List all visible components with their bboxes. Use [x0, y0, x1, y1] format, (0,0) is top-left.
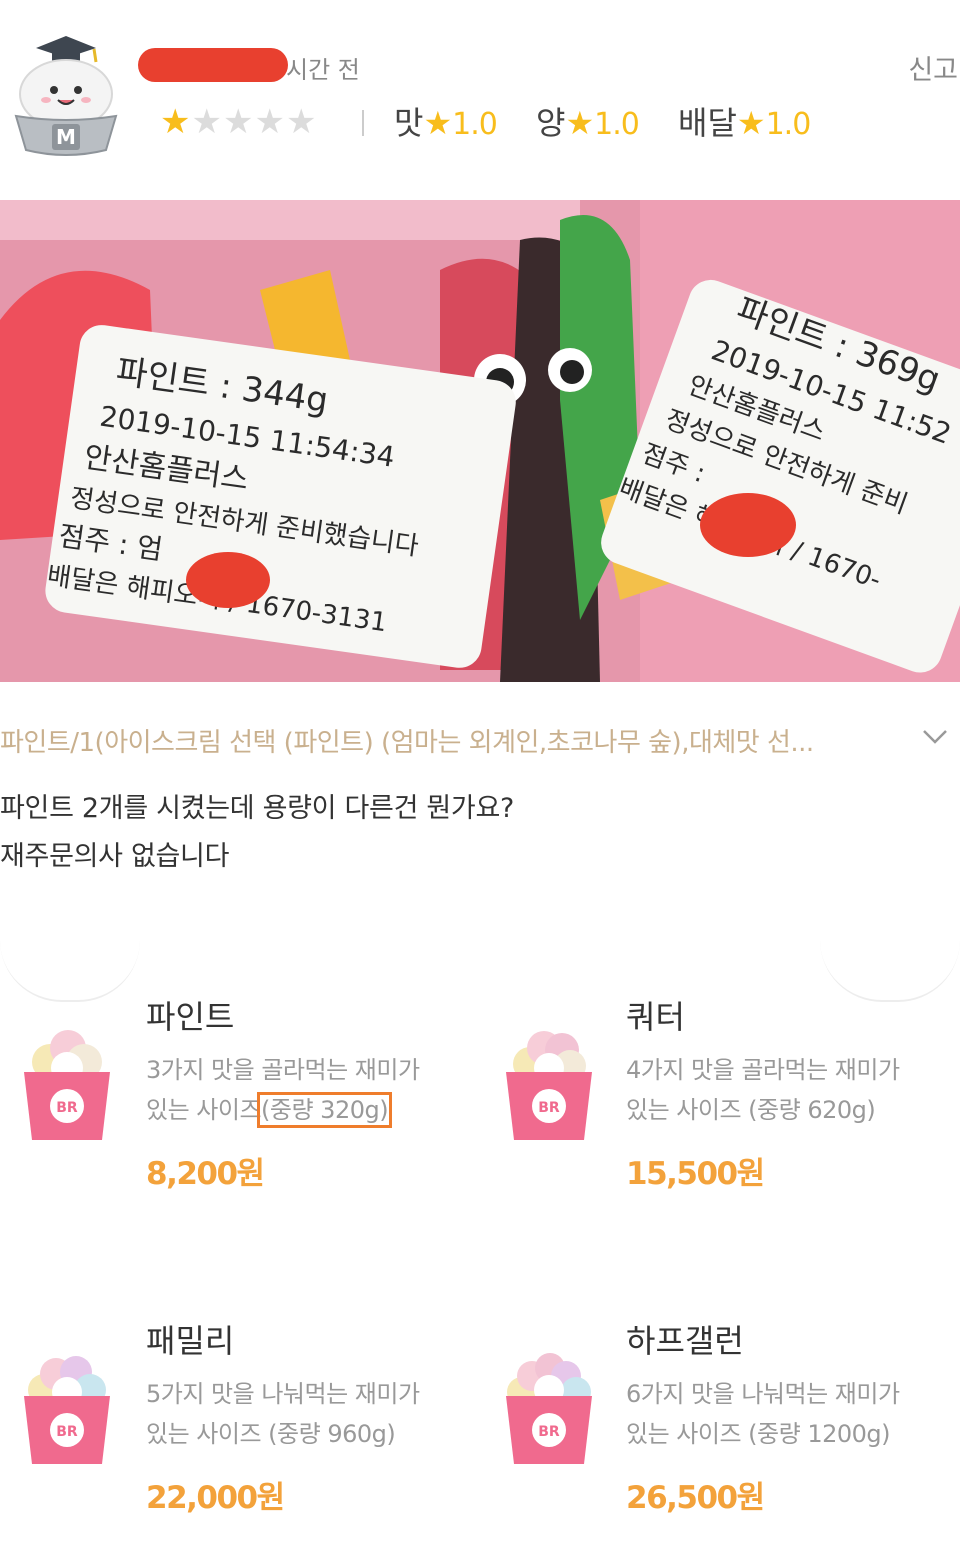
product-price: 15,500원 — [626, 1156, 765, 1192]
product-card-family[interactable]: BR 패밀리 5가지 맛을 나눠먹는 재미가 있는 사이즈 (중량 960g) … — [0, 1314, 480, 1524]
ordered-menu-text: 파인트/1(아이스크림 선택 (파인트) (엄마는 외계인,초코나무 숲),대체… — [0, 728, 814, 758]
product-price: 22,000원 — [146, 1480, 285, 1516]
rating-value: 1.0 — [594, 107, 640, 142]
product-desc-line1: 4가지 맛을 골라먹는 재미가 — [626, 1056, 900, 1084]
rating-value: 1.0 — [452, 107, 498, 142]
star-empty-icon: ★ — [285, 102, 318, 142]
star-icon: ★ — [565, 104, 595, 142]
product-card-half-gallon[interactable]: BR 하프갤런 6가지 맛을 나눠먹는 재미가 있는 사이즈 (중량 1200g… — [480, 1314, 960, 1524]
review-photo[interactable]: 파인트 : 344g 2019-10-15 11:54:34 안산홈플러스 정성… — [0, 200, 960, 682]
product-weight: (중량 620g) — [748, 1096, 876, 1124]
cup-logo-text: BR — [56, 1100, 78, 1116]
product-size-label: 있는 사이즈 — [146, 1096, 262, 1124]
redacted-username — [138, 48, 288, 82]
product-name: 쿼터 — [626, 998, 685, 1036]
product-price: 8,200원 — [146, 1156, 265, 1192]
product-desc-line2: 있는 사이즈(중량 320g) — [146, 1090, 393, 1130]
rating-label: 맛 — [394, 104, 424, 142]
product-desc-line2: 있는 사이즈 (중량 620g) — [626, 1090, 876, 1130]
product-size-label: 있는 사이즈 — [146, 1420, 262, 1448]
product-card-pint[interactable]: BR 파인트 3가지 맛을 골라먹는 재미가 있는 사이즈(중량 320g) 8… — [0, 990, 480, 1200]
star-empty-icon: ★ — [254, 102, 286, 142]
expand-chevron-down-icon[interactable] — [920, 722, 950, 752]
product-desc-line2: 있는 사이즈 (중량 1200g) — [626, 1414, 890, 1454]
rating-quantity: 양★1.0 — [536, 98, 640, 144]
star-empty-icon: ★ — [191, 102, 223, 142]
rice-bowl-mascot-icon: M — [14, 36, 118, 156]
rating-divider — [362, 110, 364, 136]
star-icon: ★ — [423, 104, 453, 142]
rating-label: 양 — [536, 104, 566, 142]
reviewer-avatar[interactable]: M — [8, 32, 124, 160]
cup-logo-text: BR — [538, 1424, 560, 1440]
star-icon: ★ — [736, 104, 766, 142]
svg-text:M: M — [56, 125, 76, 149]
review-time: 시간 전 — [286, 56, 360, 84]
rating-label: 배달 — [678, 104, 737, 142]
review-text-line1: 파인트 2개를 시켰는데 용량이 다른건 뭔가요? — [0, 793, 515, 824]
star-empty-icon: ★ — [222, 102, 255, 142]
ice-cream-cup-icon: BR — [24, 1356, 110, 1464]
product-size-label: 있는 사이즈 — [626, 1420, 742, 1448]
product-price: 26,500원 — [626, 1480, 765, 1516]
report-button[interactable]: 신고 — [908, 48, 958, 87]
ice-cream-cup-icon: BR — [506, 1353, 592, 1464]
product-name: 하프갤런 — [626, 1322, 744, 1360]
product-name: 패밀리 — [146, 1322, 235, 1360]
rating-value: 1.0 — [765, 107, 812, 142]
product-desc-line1: 3가지 맛을 골라먹는 재미가 — [146, 1056, 420, 1084]
product-desc-line1: 5가지 맛을 나눠먹는 재미가 — [146, 1380, 420, 1408]
rating-delivery: 배달★1.0 — [678, 98, 812, 144]
redaction-mark — [700, 493, 796, 557]
product-weight: (중량 960g) — [268, 1420, 396, 1448]
ice-cream-cup-icon: BR — [506, 1031, 592, 1140]
product-name: 파인트 — [146, 998, 235, 1036]
product-size-label: 있는 사이즈 — [626, 1096, 742, 1124]
ice-cream-pint-labels-photo: 파인트 : 344g 2019-10-15 11:54:34 안산홈플러스 정성… — [0, 200, 960, 682]
product-card-quarter[interactable]: BR 쿼터 4가지 맛을 골라먹는 재미가 있는 사이즈 (중량 620g) 1… — [480, 990, 960, 1200]
redaction-mark — [186, 552, 270, 608]
cup-logo-text: BR — [56, 1424, 78, 1440]
product-desc-line1: 6가지 맛을 나눠먹는 재미가 — [626, 1380, 900, 1408]
highlighted-weight: (중량 320g) — [257, 1092, 393, 1128]
cup-logo-text: BR — [538, 1100, 560, 1116]
review-text-line2: 재주문의사 없습니다 — [0, 841, 230, 872]
product-desc-line2: 있는 사이즈 (중량 960g) — [146, 1414, 396, 1454]
overall-star-rating: ★★★★★ — [160, 102, 317, 142]
rating-taste: 맛★1.0 — [394, 98, 498, 144]
product-weight: (중량 1200g) — [748, 1420, 890, 1448]
star-filled-icon: ★ — [160, 102, 192, 142]
ice-cream-cup-icon: BR — [24, 1030, 110, 1140]
